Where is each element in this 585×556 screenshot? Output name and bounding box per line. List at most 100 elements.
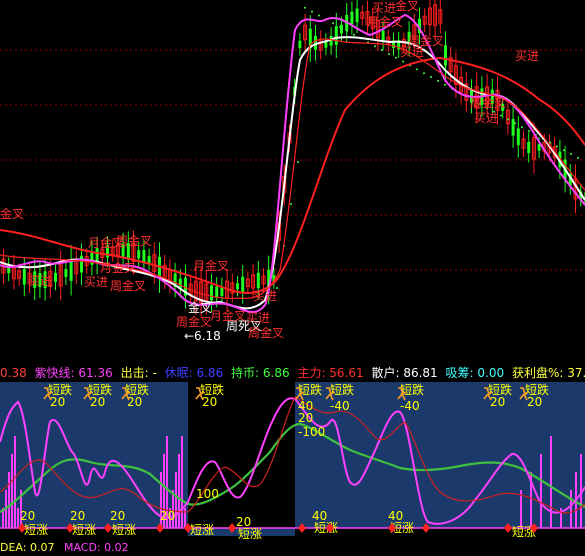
histogram-bar (175, 472, 177, 528)
annotation-label: 买进 (84, 275, 108, 289)
trail-dot (290, 203, 292, 205)
trail-dot (549, 141, 551, 144)
candle-body (147, 256, 151, 263)
price-low-label: ←6.18 (184, 329, 221, 343)
trail-dot (304, 6, 306, 9)
value-label: 20 (127, 395, 142, 409)
candle-body (340, 24, 343, 34)
histogram-bar (184, 508, 186, 528)
short-rise-label: 短涨 (72, 522, 96, 537)
annotation-label: 周金叉 (176, 314, 212, 329)
annotation-label: 买进 (246, 311, 270, 325)
trail-dot (395, 56, 397, 59)
value-label: 20 (20, 509, 35, 523)
trail-dot (332, 22, 334, 25)
candle-body (236, 283, 239, 290)
trail-dot (346, 29, 348, 32)
histogram-bar (14, 436, 16, 528)
macd-value: MACD: 0.02 (63, 541, 129, 554)
histogram-bar (8, 472, 10, 528)
short-rise-label: 短涨 (24, 522, 48, 537)
short-fall-label: 短跌 (330, 382, 354, 397)
histogram-bar (11, 454, 13, 528)
price-chart[interactable]: 金叉 买进 月金叉 周金叉 月金叉 买进 月金叉 周金叉 金叉 周死叉 月金叉 … (0, 0, 585, 347)
annotation-label: 金叉 (395, 0, 419, 13)
magenta-ma-line (0, 13, 585, 314)
candle-body (516, 128, 520, 146)
candle-body (54, 273, 57, 282)
candle-body (256, 272, 260, 289)
annotation-label: 月金叉 (100, 260, 136, 275)
annotation-label: 周金叉 (116, 233, 152, 248)
annotation-label: 月金叉 (367, 14, 403, 29)
value-label: 20 (90, 395, 105, 409)
candle-body (444, 45, 447, 66)
value-label: -40 (400, 399, 420, 413)
histogram-bar (17, 508, 19, 528)
dea-value: DEA: 0.07 (0, 541, 55, 554)
annotation-label: 月金叉 (193, 258, 229, 273)
short-rise-label: 短涨 (190, 522, 214, 537)
hold-cash-value: 持币: 6.86 (231, 366, 290, 380)
candle-body (215, 286, 219, 298)
trail-dot (311, 10, 313, 13)
annotation-label: 金叉 (0, 206, 24, 221)
trail-dot (297, 161, 299, 163)
histogram-bar (570, 490, 572, 528)
trail-dot (556, 145, 558, 148)
candle-body (527, 141, 531, 153)
trail-dot (514, 122, 516, 125)
trail-dot (374, 45, 376, 48)
candle-body (210, 285, 213, 301)
short-rise-label: 短涨 (238, 526, 262, 540)
trail-dot (353, 33, 355, 36)
trail-dot (577, 156, 579, 159)
annotation-label: 金叉 (188, 300, 212, 315)
trail-dot (339, 26, 341, 28)
annotation-label: 周金叉 (470, 95, 506, 110)
histogram-bar (181, 436, 183, 528)
annotation-label: 买进 (28, 274, 52, 288)
trail-dot (402, 60, 404, 63)
value-label: 20 (298, 411, 313, 425)
value-label: 100 (196, 487, 219, 501)
trail-dot (507, 118, 509, 121)
candle-body (69, 259, 73, 281)
main-force-value: 主力: 56.61 (297, 366, 364, 380)
trail-dot (500, 114, 502, 117)
annotation-label: 买进 (400, 45, 424, 59)
annotation-label: 买进 (515, 49, 539, 63)
dormant-value: 休眠: 6.86 (164, 366, 224, 380)
annotation-label: 买进 (474, 111, 498, 125)
trail-dot (521, 126, 523, 129)
trail-dot (318, 14, 320, 17)
candle-body (511, 119, 515, 136)
histogram-bar (178, 454, 180, 528)
value-label: 20 (160, 509, 175, 523)
trail-dot (444, 83, 446, 86)
attack-value: 出击: - (120, 366, 157, 380)
value-label: 20 (110, 509, 125, 523)
trail-dot (528, 129, 530, 132)
annotation-label: 周金叉 (248, 325, 284, 340)
macd-readout: DEA: 0.07 MACD: 0.02 (0, 540, 585, 556)
value-label: 20 (50, 395, 65, 409)
retail-value: 散户: 86.81 (371, 366, 438, 380)
trail-dot (388, 52, 390, 55)
candle-body (80, 255, 83, 273)
candle-body (241, 276, 245, 293)
value-label: 20 (202, 395, 217, 409)
chart-annotations: 金叉 买进 月金叉 周金叉 月金叉 买进 月金叉 周金叉 金叉 周死叉 月金叉 … (0, 0, 539, 343)
value-label: 20 (70, 509, 85, 523)
trail-dot (423, 72, 425, 75)
trail-dot (570, 153, 572, 156)
candle-body (137, 250, 141, 259)
annotation-label: 周金叉 (110, 278, 146, 293)
value-label: 20 (527, 395, 542, 409)
value-label: -100 (298, 425, 325, 439)
sub-indicator-chart[interactable]: 短跌 20 短跌 20 短跌 20 短跌 20 短跌 40 短跌 -40 短跌 … (0, 382, 585, 540)
short-rise-label: 短涨 (314, 520, 338, 535)
trail-dot (381, 49, 383, 52)
candle-body (298, 40, 302, 49)
candle-body (334, 26, 338, 45)
